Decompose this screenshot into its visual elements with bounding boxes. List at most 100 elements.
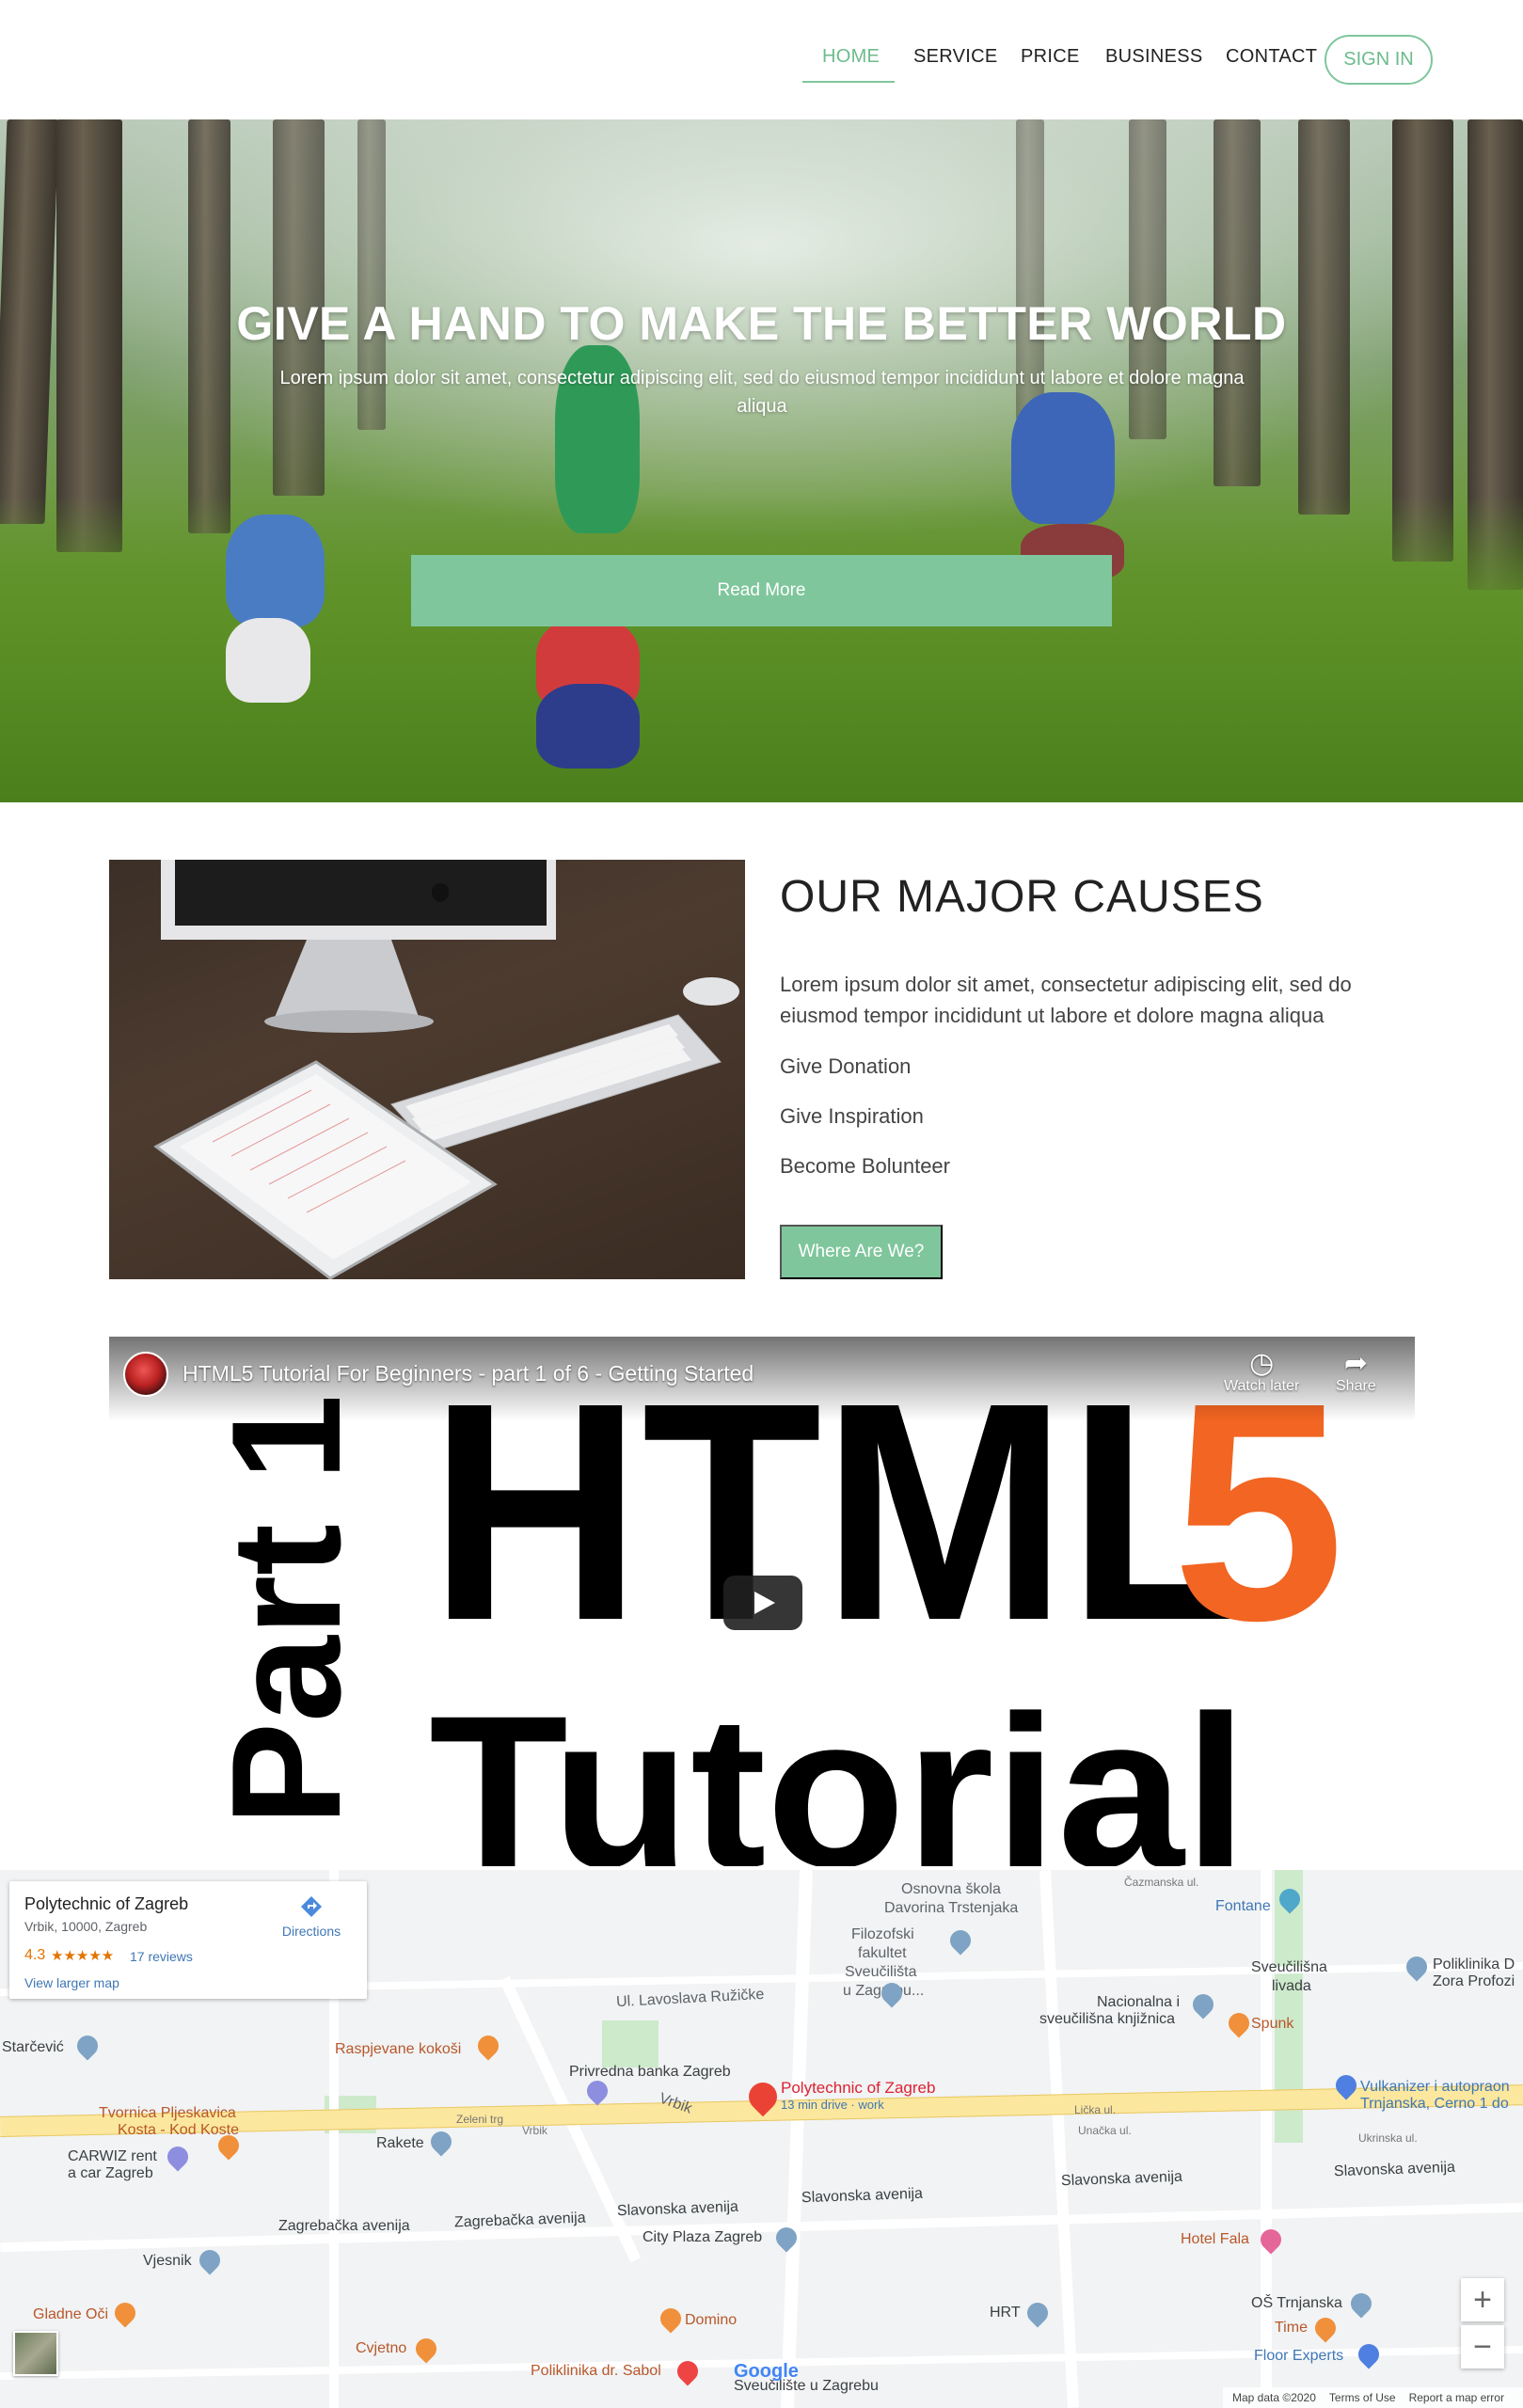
- map-label: Ukrinska ul.: [1358, 2131, 1418, 2145]
- destination-label[interactable]: Polytechnic of Zagreb: [781, 2079, 935, 2098]
- map-label: Domino: [685, 2312, 738, 2328]
- nav-home[interactable]: HOME: [822, 46, 880, 68]
- monitor-stand: [274, 940, 420, 1020]
- channel-avatar[interactable]: [123, 1352, 168, 1397]
- place-address: Vrbik, 10000, Zagreb: [24, 1919, 148, 1934]
- road: [781, 1870, 813, 2408]
- poi-pin-icon[interactable]: [110, 2298, 140, 2328]
- reviews-link[interactable]: 17 reviews: [130, 1949, 193, 1964]
- road: [1261, 1870, 1272, 2408]
- poi-pin-icon[interactable]: [411, 2334, 441, 2364]
- where-are-we-button[interactable]: Where Are We?: [780, 1225, 943, 1279]
- nav-contact[interactable]: CONTACT: [1226, 46, 1317, 68]
- map-label: Spunk: [1251, 2016, 1294, 2032]
- satellite-toggle[interactable]: [13, 2331, 58, 2376]
- map-label: CARWIZ rent: [68, 2148, 157, 2164]
- poi-pin-icon[interactable]: [1023, 2298, 1053, 2328]
- view-larger-map-link[interactable]: View larger map: [24, 1975, 119, 1990]
- read-more-button[interactable]: Read More: [411, 555, 1112, 626]
- map-label: Zora Profozi: [1433, 1973, 1515, 1989]
- poi-pin-icon[interactable]: [1310, 2313, 1341, 2343]
- nav-service[interactable]: SERVICE: [913, 46, 998, 68]
- desk-illustration: [153, 860, 739, 1279]
- poi-pin-icon[interactable]: [945, 1925, 976, 1956]
- causes-description: Lorem ipsum dolor sit amet, consectetur …: [780, 973, 1352, 1027]
- map-label: Lička ul.: [1074, 2103, 1117, 2116]
- nav-business[interactable]: BUSINESS: [1105, 46, 1203, 68]
- map-label: Cvjetno: [356, 2340, 407, 2356]
- place-rating: 4.3: [24, 1947, 46, 1963]
- poi-pin-icon[interactable]: [1354, 2339, 1384, 2369]
- map-label: a car Zagreb: [68, 2165, 153, 2181]
- map-label: Rakete: [376, 2135, 424, 2151]
- zoom-in-button[interactable]: +: [1461, 2278, 1504, 2321]
- map-label: Sveučilišna: [1251, 1959, 1327, 1975]
- place-stars: ★★★★★: [51, 1948, 115, 1964]
- map-label: Filozofski: [851, 1926, 914, 1942]
- play-button[interactable]: [723, 1576, 802, 1630]
- google-logo: Google: [734, 2361, 799, 2382]
- sign-in-button[interactable]: SIGN IN: [1325, 35, 1433, 85]
- poi-pin-icon[interactable]: [582, 2076, 612, 2106]
- watch-later-label: Watch later: [1224, 1378, 1300, 1394]
- map-label: Slavonska avenija: [801, 2185, 924, 2207]
- map-label: Hotel Fala: [1181, 2231, 1249, 2247]
- poi-pin-icon[interactable]: [426, 2127, 456, 2157]
- poi-pin-icon[interactable]: [163, 2142, 193, 2172]
- map-label: Raspjevane kokoši: [335, 2041, 462, 2057]
- map-label: Nacionalna i: [1097, 1994, 1181, 2010]
- causes-title: OUR MAJOR CAUSES: [780, 872, 1264, 922]
- map-label: Vjesnik: [143, 2253, 192, 2269]
- map-label: Slavonska avenija: [616, 2198, 739, 2220]
- nav-price[interactable]: PRICE: [1021, 46, 1080, 68]
- cause-give-donation: Give Donation: [780, 1054, 912, 1078]
- map-label: Floor Experts: [1254, 2348, 1344, 2364]
- map-label: fakultet: [858, 1945, 907, 1961]
- map-label: Čazmanska ul.: [1124, 1876, 1199, 1889]
- map-label: Unačka ul.: [1078, 2124, 1132, 2137]
- video-title[interactable]: HTML5 Tutorial For Beginners - part 1 of…: [182, 1361, 754, 1386]
- map-label: OŠ Trnjanska: [1251, 2295, 1342, 2311]
- map-label: Osnovna škola: [901, 1881, 1001, 1897]
- top-navbar: HOME SERVICE PRICE BUSINESS CONTACT SIGN…: [0, 0, 1523, 119]
- map-label: Davorina Trstenjaka: [884, 1900, 1019, 1916]
- report-error-link[interactable]: Report a map error: [1409, 2391, 1504, 2404]
- map-label: Gladne Oči: [33, 2306, 109, 2322]
- hero-banner: GIVE A HAND TO MAKE THE BETTER WORLD Lor…: [0, 119, 1523, 802]
- poi-pin-icon[interactable]: [1346, 2289, 1376, 2319]
- map-label: Zagrebačka avenija: [278, 2218, 410, 2234]
- map-label: Poliklinika D: [1433, 1956, 1515, 1972]
- map-data-credit: Map data ©2020: [1232, 2391, 1316, 2404]
- share-arrow-icon: ➦: [1343, 1348, 1368, 1379]
- place-info-card: Polytechnic of Zagreb Vrbik, 10000, Zagr…: [9, 1881, 367, 1999]
- share-button[interactable]: ➦ Share: [1336, 1350, 1376, 1395]
- poi-pin-icon[interactable]: [72, 2031, 103, 2061]
- poi-pin-icon[interactable]: [1224, 2008, 1254, 2038]
- map-label: livada: [1272, 1978, 1311, 1994]
- destination-sublabel: 13 min drive · work: [781, 2098, 884, 2112]
- hero-subtitle: Lorem ipsum dolor sit amet, consectetur …: [279, 368, 1245, 417]
- google-map[interactable]: Osnovna škola Davorina Trstenjaka Filozo…: [0, 1870, 1523, 2408]
- map-label: City Plaza Zagreb: [643, 2229, 763, 2245]
- poi-pin-icon[interactable]: [1188, 1989, 1218, 2020]
- map-label: Kosta - Kod Koste: [118, 2122, 239, 2138]
- youtube-embed[interactable]: Part 1 HTML 5 Tutorial HTML5 Tutorial Fo…: [109, 1337, 1415, 1866]
- zoom-out-button[interactable]: −: [1461, 2325, 1504, 2368]
- place-name: Polytechnic of Zagreb: [24, 1894, 189, 1913]
- clock-icon: ◷: [1249, 1348, 1275, 1379]
- poi-pin-icon[interactable]: [473, 2031, 503, 2061]
- map-label: Ul. Lavoslava Ružičke: [615, 1986, 765, 2011]
- poi-pin-icon[interactable]: [656, 2304, 686, 2334]
- watch-later-button[interactable]: ◷ Watch later: [1224, 1350, 1299, 1395]
- monitor-bezel: [175, 860, 547, 926]
- map-label: Starčević: [2, 2039, 64, 2055]
- directions-button[interactable]: Directions: [278, 1894, 344, 1939]
- map-label: HRT: [990, 2305, 1021, 2321]
- nav-active-underline: [802, 81, 895, 83]
- map-label: Poliklinika dr. Sabol: [531, 2363, 661, 2379]
- road: [1039, 1870, 1079, 2408]
- terms-link[interactable]: Terms of Use: [1329, 2391, 1396, 2404]
- poi-pin-icon[interactable]: [1402, 1952, 1432, 1982]
- park-area: [602, 2020, 658, 2067]
- poi-pin-icon[interactable]: [195, 2245, 225, 2275]
